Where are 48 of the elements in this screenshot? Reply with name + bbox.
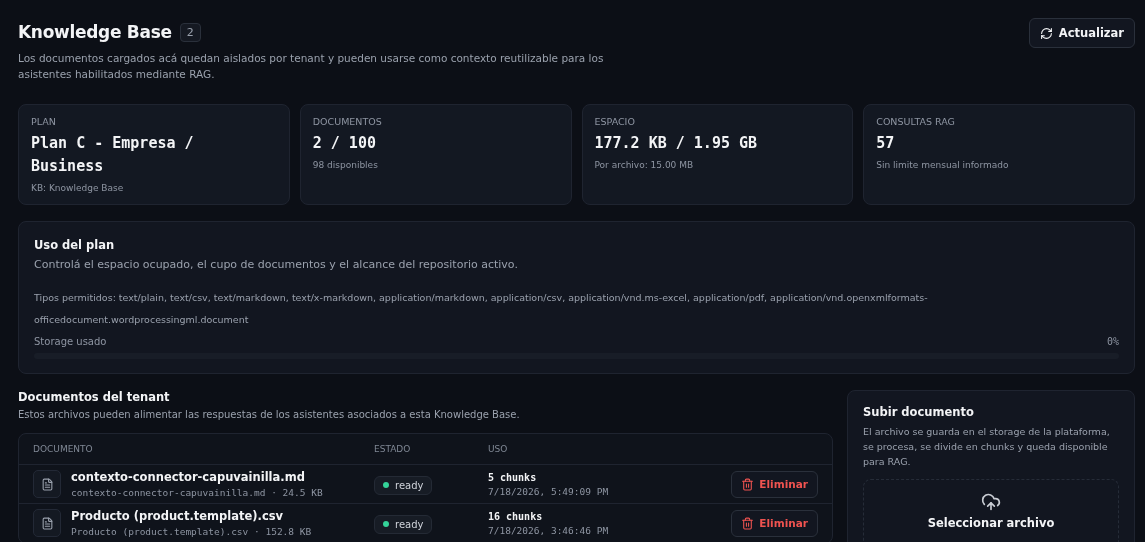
column-header: ESTADO — [374, 444, 412, 454]
document-date: 7/18/2026, 5:49:09 PM — [488, 485, 610, 497]
file-icon — [33, 509, 61, 537]
storage-reading: 0% — [1106, 336, 1119, 347]
document-meta: contexto-connector-capuvainilla.md · 24.5 KB — [71, 487, 323, 498]
refresh-button[interactable]: Actualizar — [1028, 18, 1135, 48]
section-title: Subir documento — [863, 405, 975, 419]
stat-label: CONSULTAS RAG — [876, 116, 956, 127]
storage-label: Storage usado — [34, 336, 107, 347]
section-title: Uso del plan — [34, 238, 116, 252]
stat-value: Plan C - Empresa / Business — [31, 133, 195, 177]
stat-label: DOCUMENTOS — [312, 116, 383, 127]
stat-value: 177.2 KB / 1.95 GB — [594, 133, 759, 154]
section-subtitle: Controlá el espacio ocupado, el cupo de documentos y el alcance del repositorio activo. — [34, 257, 519, 273]
column-header: USO — [488, 444, 509, 454]
trash-icon — [741, 477, 755, 491]
allowed-types: Tipos permitidos: text/plain, text/csv, text/markdown, text/x-markdown, application/markdown, application/csv, application/vnd.ms-excel, application/pdf, application/vnd.openxmlformats-officedocument.wordprocessingml.document — [34, 291, 929, 327]
stat-note: 98 disponibles — [312, 160, 379, 170]
delete-button[interactable]: Eliminar — [731, 509, 818, 537]
delete-button[interactable]: Eliminar — [731, 470, 818, 498]
page-description: Los documentos cargados acá quedan aislados por tenant y pueden usarse como contexto reutilizable para los asistentes habilitados mediante RAG. — [18, 51, 605, 82]
page-title: Knowledge Base — [18, 22, 172, 42]
stat-note: Sin limite mensual informado — [876, 160, 1010, 170]
trash-icon — [741, 516, 755, 530]
section-subtitle: Estos archivos pueden alimentar las respuestas de los asistentes asociados a esta Knowledge Base. — [18, 408, 521, 422]
stat-label: ESPACIO — [594, 116, 636, 127]
column-header: DOCUMENTO — [33, 444, 94, 454]
chunk-count: 5 chunks — [488, 471, 538, 483]
section-title: Documentos del tenant — [18, 390, 171, 404]
document-name: contexto-connector-capuvainilla.md — [71, 470, 306, 484]
stat-note: KB: Knowledge Base — [31, 183, 125, 193]
document-name: Producto (product.template).csv — [71, 509, 285, 523]
stat-value: 2 / 100 — [312, 133, 377, 154]
stat-note: Por archivo: 15.00 MB — [594, 160, 695, 170]
select-file-label: Seleccionar archivo — [927, 516, 1055, 530]
upload-description: El archivo se guarda en el storage de la plataforma, se procesa, se divide en chunks y queda disponible para RAG. — [863, 425, 1111, 469]
status-badge: ready — [374, 514, 433, 534]
file-icon — [33, 470, 61, 498]
stat-label: PLAN — [31, 116, 57, 127]
chunk-count: 16 chunks — [488, 510, 544, 522]
stat-value: 57 — [876, 133, 896, 154]
status-badge: ready — [374, 475, 433, 495]
document-date: 7/18/2026, 3:46:46 PM — [488, 524, 610, 536]
count-badge: 2 — [179, 22, 201, 42]
refresh-icon — [1039, 26, 1053, 40]
upload-icon — [981, 492, 1001, 512]
document-meta: Producto (product.template).csv · 152.8 KB — [71, 526, 312, 537]
upload-dropzone[interactable]: Seleccionar archivo — [863, 479, 1119, 542]
